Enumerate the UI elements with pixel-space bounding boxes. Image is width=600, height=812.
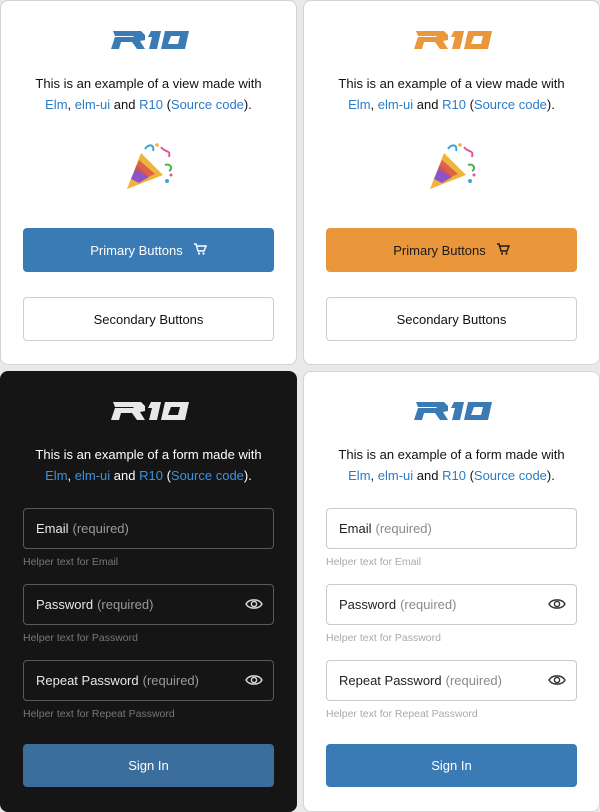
password-field[interactable]: Password (required) (23, 584, 274, 625)
primary-button-label: Primary Buttons (393, 242, 486, 258)
r10-link[interactable]: R10 (442, 97, 466, 112)
source-code-link[interactable]: Source code (171, 97, 244, 112)
repeat-password-helper: Helper text for Repeat Password (326, 708, 478, 720)
separator: , (67, 468, 75, 483)
view-card-orange: This is an example of a view made with E… (303, 0, 600, 365)
repeat-password-label: Repeat Password (36, 673, 139, 688)
elm-ui-link[interactable]: elm-ui (378, 468, 413, 483)
secondary-button[interactable]: Secondary Buttons (326, 297, 577, 341)
email-helper: Helper text for Email (326, 556, 422, 568)
separator: , (67, 97, 75, 112)
secondary-button-label: Secondary Buttons (93, 311, 204, 327)
cart-icon (193, 242, 207, 258)
password-label: Password (36, 597, 94, 612)
required-marker: (required) (400, 597, 457, 612)
separator: , (370, 97, 378, 112)
elm-link[interactable]: Elm (45, 468, 67, 483)
elm-link[interactable]: Elm (45, 97, 67, 112)
and-text: and (413, 97, 443, 112)
primary-button-label: Primary Buttons (90, 242, 183, 258)
r10-link[interactable]: R10 (139, 97, 163, 112)
secondary-button[interactable]: Secondary Buttons (23, 297, 274, 341)
and-text: and (110, 468, 140, 483)
email-field[interactable]: Email (required) (23, 508, 274, 549)
eye-icon[interactable] (245, 673, 263, 690)
required-marker: (required) (72, 521, 129, 536)
elm-link[interactable]: Elm (348, 468, 370, 483)
eye-icon[interactable] (245, 597, 263, 614)
elm-ui-link[interactable]: elm-ui (75, 97, 110, 112)
password-helper: Helper text for Password (326, 632, 441, 644)
description-line: This is an example of a view made with (338, 76, 565, 91)
repeat-password-field[interactable]: Repeat Password (required) (326, 660, 577, 701)
required-marker: (required) (97, 597, 154, 612)
elm-ui-link[interactable]: elm-ui (75, 468, 110, 483)
description-line: This is an example of a form made with (35, 447, 262, 462)
cart-icon (496, 242, 510, 258)
paren-open: ( (465, 97, 474, 112)
paren-open: ( (465, 468, 474, 483)
r10-link[interactable]: R10 (442, 468, 466, 483)
email-field[interactable]: Email (required) (326, 508, 577, 549)
and-text: and (110, 97, 140, 112)
paren-close: ). (546, 97, 555, 112)
sign-in-button[interactable]: Sign In (23, 744, 274, 787)
source-code-link[interactable]: Source code (171, 468, 244, 483)
required-marker: (required) (142, 673, 199, 688)
description-line: This is an example of a view made with (35, 76, 262, 91)
view-description: This is an example of a view made with E… (304, 73, 599, 115)
party-popper-icon (121, 139, 177, 200)
r10-logo (107, 29, 191, 51)
sign-in-button[interactable]: Sign In (326, 744, 577, 787)
r10-logo (107, 400, 191, 422)
form-description: This is an example of a form made with E… (304, 444, 599, 486)
password-field[interactable]: Password (required) (326, 584, 577, 625)
separator: , (370, 468, 378, 483)
paren-close: ). (243, 468, 252, 483)
r10-link[interactable]: R10 (139, 468, 163, 483)
view-card-blue: This is an example of a view made with E… (0, 0, 297, 365)
source-code-link[interactable]: Source code (474, 468, 547, 483)
paren-close: ). (243, 97, 252, 112)
form-card-light: This is an example of a form made with E… (303, 371, 600, 812)
and-text: and (413, 468, 443, 483)
email-helper: Helper text for Email (23, 556, 119, 568)
paren-open: ( (162, 468, 171, 483)
form-card-dark: This is an example of a form made with E… (0, 371, 297, 812)
repeat-password-label: Repeat Password (339, 673, 442, 688)
r10-logo (410, 400, 494, 422)
repeat-password-field[interactable]: Repeat Password (required) (23, 660, 274, 701)
description-line: This is an example of a form made with (338, 447, 565, 462)
email-label: Email (339, 521, 372, 536)
eye-icon[interactable] (548, 673, 566, 690)
email-label: Email (36, 521, 69, 536)
paren-open: ( (162, 97, 171, 112)
eye-icon[interactable] (548, 597, 566, 614)
source-code-link[interactable]: Source code (474, 97, 547, 112)
elm-ui-link[interactable]: elm-ui (378, 97, 413, 112)
required-marker: (required) (445, 673, 502, 688)
password-helper: Helper text for Password (23, 632, 138, 644)
elm-link[interactable]: Elm (348, 97, 370, 112)
form-description: This is an example of a form made with E… (1, 444, 296, 486)
primary-button[interactable]: Primary Buttons (23, 228, 274, 272)
required-marker: (required) (375, 521, 432, 536)
repeat-password-helper: Helper text for Repeat Password (23, 708, 175, 720)
party-popper-icon (424, 139, 480, 200)
primary-button[interactable]: Primary Buttons (326, 228, 577, 272)
r10-logo (410, 29, 494, 51)
secondary-button-label: Secondary Buttons (396, 311, 507, 327)
password-label: Password (339, 597, 397, 612)
view-description: This is an example of a view made with E… (1, 73, 296, 115)
paren-close: ). (546, 468, 555, 483)
